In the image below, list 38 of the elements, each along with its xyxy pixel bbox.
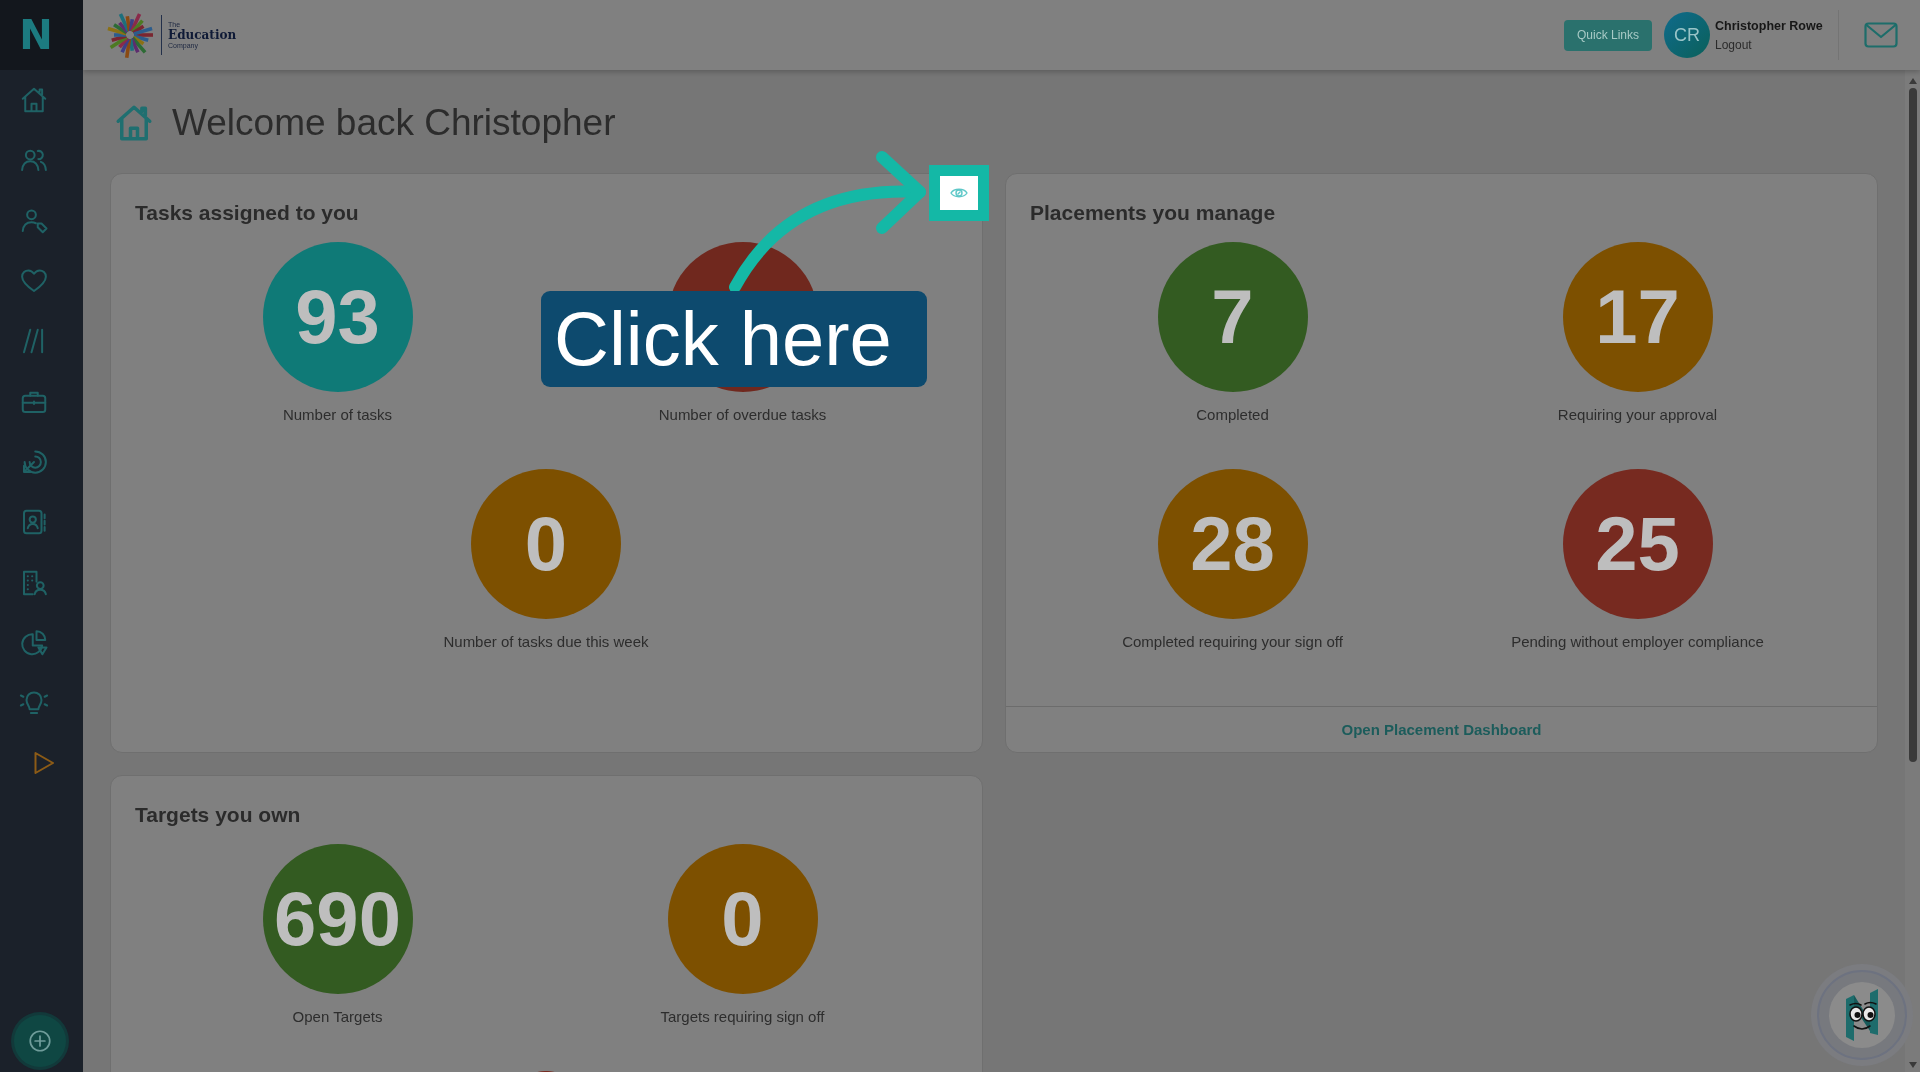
brand-name: Education [168, 28, 237, 42]
stat-label: Completed [1196, 405, 1269, 425]
scroll-down-arrow-icon[interactable] [1908, 1062, 1917, 1068]
eye-icon [950, 186, 968, 200]
pie-chart-icon[interactable] [19, 627, 49, 658]
quick-links-button[interactable]: Quick Links [1563, 19, 1652, 51]
stat-label: Open Targets [292, 1007, 383, 1027]
plus-circle-icon [27, 1028, 53, 1054]
page-title: Welcome back Christopher [172, 101, 616, 145]
logout-link[interactable]: Logout [1715, 37, 1752, 52]
card-title: Placements you manage [1030, 200, 1276, 226]
count-circle: 7 [1157, 242, 1308, 392]
stat-label: Number of tasks due this week [443, 632, 649, 652]
app-logo: N [19, 15, 53, 55]
user-name: Christopher Rowe [1715, 18, 1823, 33]
count-circle: 28 [1157, 469, 1308, 619]
count-circle: 0 [471, 469, 621, 619]
stat-label: Number of tasks [282, 405, 393, 425]
stat-label: Requiring your approval [1557, 405, 1718, 425]
count-circle: 93 [262, 242, 413, 392]
stat-label: Number of overdue tasks [658, 405, 827, 425]
user-avatar: CR [1664, 12, 1710, 58]
scrollbar-thumb[interactable] [1908, 88, 1917, 762]
count-circle: 25 [1562, 469, 1713, 619]
dashboard-link[interactable]: Open Placement Dashboard [1341, 721, 1542, 738]
count-circle: 17 [1562, 242, 1713, 392]
callout-tooltip: Click here [541, 291, 927, 387]
mail-icon[interactable] [1864, 22, 1898, 48]
count-circle: 690 [262, 844, 413, 994]
card-title: Targets you own [135, 802, 301, 828]
stat-label: Completed requiring your sign off [1122, 632, 1343, 652]
stat-label: Targets requiring sign off [660, 1007, 825, 1027]
stat-label: Pending without employer compliance [1511, 632, 1764, 652]
eye-button[interactable] [929, 165, 989, 221]
add-button[interactable] [14, 1015, 66, 1067]
scroll-up-arrow-icon[interactable] [1908, 78, 1917, 84]
count-circle: 0 [667, 844, 818, 994]
card-title: Tasks assigned to you [135, 200, 359, 226]
